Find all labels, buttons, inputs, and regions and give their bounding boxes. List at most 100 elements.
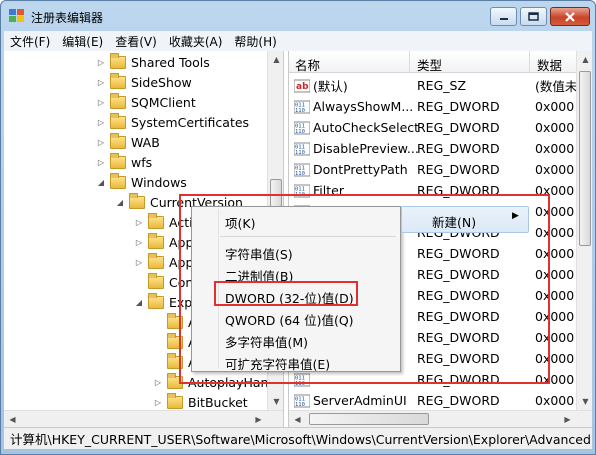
minimize-button[interactable]	[490, 7, 517, 26]
close-button[interactable]	[550, 7, 590, 26]
tree-item[interactable]: ▷ Acti	[134, 212, 193, 232]
scroll-down-icon[interactable]: ▼	[268, 393, 283, 410]
header-type[interactable]: 类型	[417, 55, 442, 74]
tree-item[interactable]: Con	[134, 272, 193, 292]
cell-data: (数值未	[535, 79, 578, 94]
cell-data: 0x000	[535, 204, 575, 219]
cell-name: DontPrettyPath	[313, 162, 408, 177]
expand-arrow-icon[interactable]	[134, 277, 144, 287]
tree-item[interactable]: ▷ BitBucket	[153, 392, 248, 412]
menu-view[interactable]: 查看(V)	[109, 33, 163, 50]
menu-item-string-value[interactable]: 字符串值(S)	[225, 244, 293, 263]
scroll-up-icon[interactable]: ▲	[577, 51, 592, 68]
table-row[interactable]: 011110 REG_DWORD 0x000	[289, 369, 579, 390]
expand-arrow-icon[interactable]	[153, 337, 163, 347]
menu-item-key[interactable]: 项(K)	[225, 213, 255, 232]
expand-arrow-icon[interactable]: ▷	[153, 377, 163, 387]
table-row[interactable]: 011 110 DisablePreview... REG_DWORD 0x000	[289, 138, 579, 159]
column-separator[interactable]	[529, 51, 530, 73]
scroll-left-icon[interactable]: ◀	[4, 411, 21, 427]
expand-arrow-icon[interactable]: ▷	[153, 397, 163, 407]
expand-arrow-icon[interactable]: ▷	[134, 237, 144, 247]
binary-value-icon: 011110	[294, 394, 310, 408]
menu-item-new[interactable]: 新建(N) ▶	[401, 206, 529, 233]
tree-horizontal-scrollbar[interactable]: ◀ ▶	[4, 410, 283, 427]
cell-name: AutoCheckSelect	[313, 120, 420, 135]
tree-item[interactable]: ▷ Shared Tools	[96, 52, 210, 72]
menu-item-binary-value[interactable]: 二进制值(B)	[225, 266, 293, 285]
binary-value-icon: 011110	[294, 100, 310, 114]
svg-text:110: 110	[295, 402, 305, 408]
expand-arrow-icon[interactable]: ▷	[96, 137, 106, 147]
table-row[interactable]: 011 110 DontPrettyPath REG_DWORD 0x000	[289, 159, 579, 180]
folder-icon	[148, 232, 164, 249]
tree-item[interactable]: ▷ WAB	[96, 132, 160, 152]
svg-text:110: 110	[295, 108, 305, 114]
folder-icon	[110, 112, 126, 129]
menu-item-qword-value[interactable]: QWORD (64 位)值(Q)	[225, 310, 354, 329]
tree-item[interactable]: ▷ App	[134, 252, 193, 272]
folder-icon	[167, 372, 183, 389]
menu-file[interactable]: 文件(F)	[4, 33, 56, 50]
cell-type: REG_DWORD	[417, 162, 500, 177]
header-data[interactable]: 数据	[537, 55, 562, 74]
svg-text:110: 110	[295, 129, 305, 135]
tree-item[interactable]: ▷ SystemCertificates	[96, 112, 249, 132]
expand-arrow-icon[interactable]: ▷	[96, 77, 106, 87]
scroll-right-icon[interactable]: ▶	[250, 411, 267, 427]
scroll-right-icon[interactable]: ▶	[559, 411, 576, 427]
scroll-thumb[interactable]	[579, 71, 591, 246]
table-row[interactable]: 011 110 AutoCheckSelect REG_DWORD 0x000	[289, 117, 579, 138]
context-menu: 项(K) 字符串值(S) 二进制值(B) DWORD (32-位)值(D) QW…	[191, 206, 401, 372]
maximize-button[interactable]	[520, 7, 547, 26]
cell-type: REG_DWORD	[417, 120, 500, 135]
binary-value-icon: 011110	[294, 142, 310, 156]
scroll-up-icon[interactable]: ▲	[268, 51, 283, 68]
menu-help[interactable]: 帮助(H)	[228, 33, 282, 50]
folder-icon	[110, 172, 126, 189]
table-row[interactable]: 011 110 AlwaysShowM... REG_DWORD 0x000	[289, 96, 579, 117]
header-name[interactable]: 名称	[295, 55, 320, 74]
regedit-app-icon	[9, 9, 24, 22]
expand-arrow-icon[interactable]: ▷	[96, 57, 106, 67]
values-horizontal-scrollbar[interactable]: ◀ ▶	[289, 410, 592, 427]
svg-text:110: 110	[295, 192, 305, 198]
menu-item-multi-string-value[interactable]: 多字符串值(M)	[225, 332, 308, 351]
collapse-arrow-icon[interactable]: ◢	[115, 197, 125, 207]
folder-icon	[110, 92, 126, 109]
tree-item[interactable]: ▷ SideShow	[96, 72, 192, 92]
menu-item-new-label: 新建(N)	[432, 215, 477, 230]
expand-arrow-icon[interactable]: ▷	[134, 217, 144, 227]
tree-item[interactable]: ▷ App	[134, 232, 193, 252]
folder-icon	[167, 332, 183, 349]
tree-item[interactable]: ◢ Exp	[134, 292, 192, 312]
expand-arrow-icon[interactable]	[153, 357, 163, 367]
tree-item[interactable]: ◢ Windows	[96, 172, 187, 192]
tree-item[interactable]: ▷ wfs	[96, 152, 152, 172]
expand-arrow-icon[interactable]: ▷	[96, 97, 106, 107]
scroll-thumb[interactable]	[270, 179, 282, 207]
menu-edit[interactable]: 编辑(E)	[56, 33, 109, 50]
scroll-thumb[interactable]	[309, 413, 429, 425]
collapse-arrow-icon[interactable]: ◢	[134, 297, 144, 307]
table-row[interactable]: 011 110 ServerAdminUI REG_DWORD 0x000	[289, 390, 579, 411]
table-row[interactable]: ab (默认) REG_SZ (数值未	[289, 75, 579, 96]
values-vertical-scrollbar[interactable]: ▲ ▼	[576, 51, 592, 410]
collapse-arrow-icon[interactable]: ◢	[96, 177, 106, 187]
title-bar[interactable]: 注册表编辑器	[1, 1, 595, 31]
expand-arrow-icon[interactable]	[153, 317, 163, 327]
tree-item[interactable]: ▷ AutoplayHan	[153, 372, 268, 392]
menu-item-dword-value[interactable]: DWORD (32-位)值(D)	[225, 288, 354, 307]
tree-item[interactable]: ▷ SQMClient	[96, 92, 196, 112]
scroll-left-icon[interactable]: ◀	[289, 411, 306, 427]
column-separator[interactable]	[409, 51, 410, 73]
expand-arrow-icon[interactable]: ▷	[134, 257, 144, 267]
folder-icon	[167, 392, 183, 409]
menu-favorites[interactable]: 收藏夹(A)	[163, 33, 229, 50]
table-row[interactable]: 011 110 Filter REG_DWORD 0x000	[289, 180, 579, 201]
cell-data: 0x000	[535, 183, 575, 198]
expand-arrow-icon[interactable]: ▷	[96, 157, 106, 167]
expand-arrow-icon[interactable]: ▷	[96, 117, 106, 127]
scroll-down-icon[interactable]: ▼	[577, 393, 592, 410]
menu-item-expandable-string-value[interactable]: 可扩充字符串值(E)	[225, 354, 330, 373]
